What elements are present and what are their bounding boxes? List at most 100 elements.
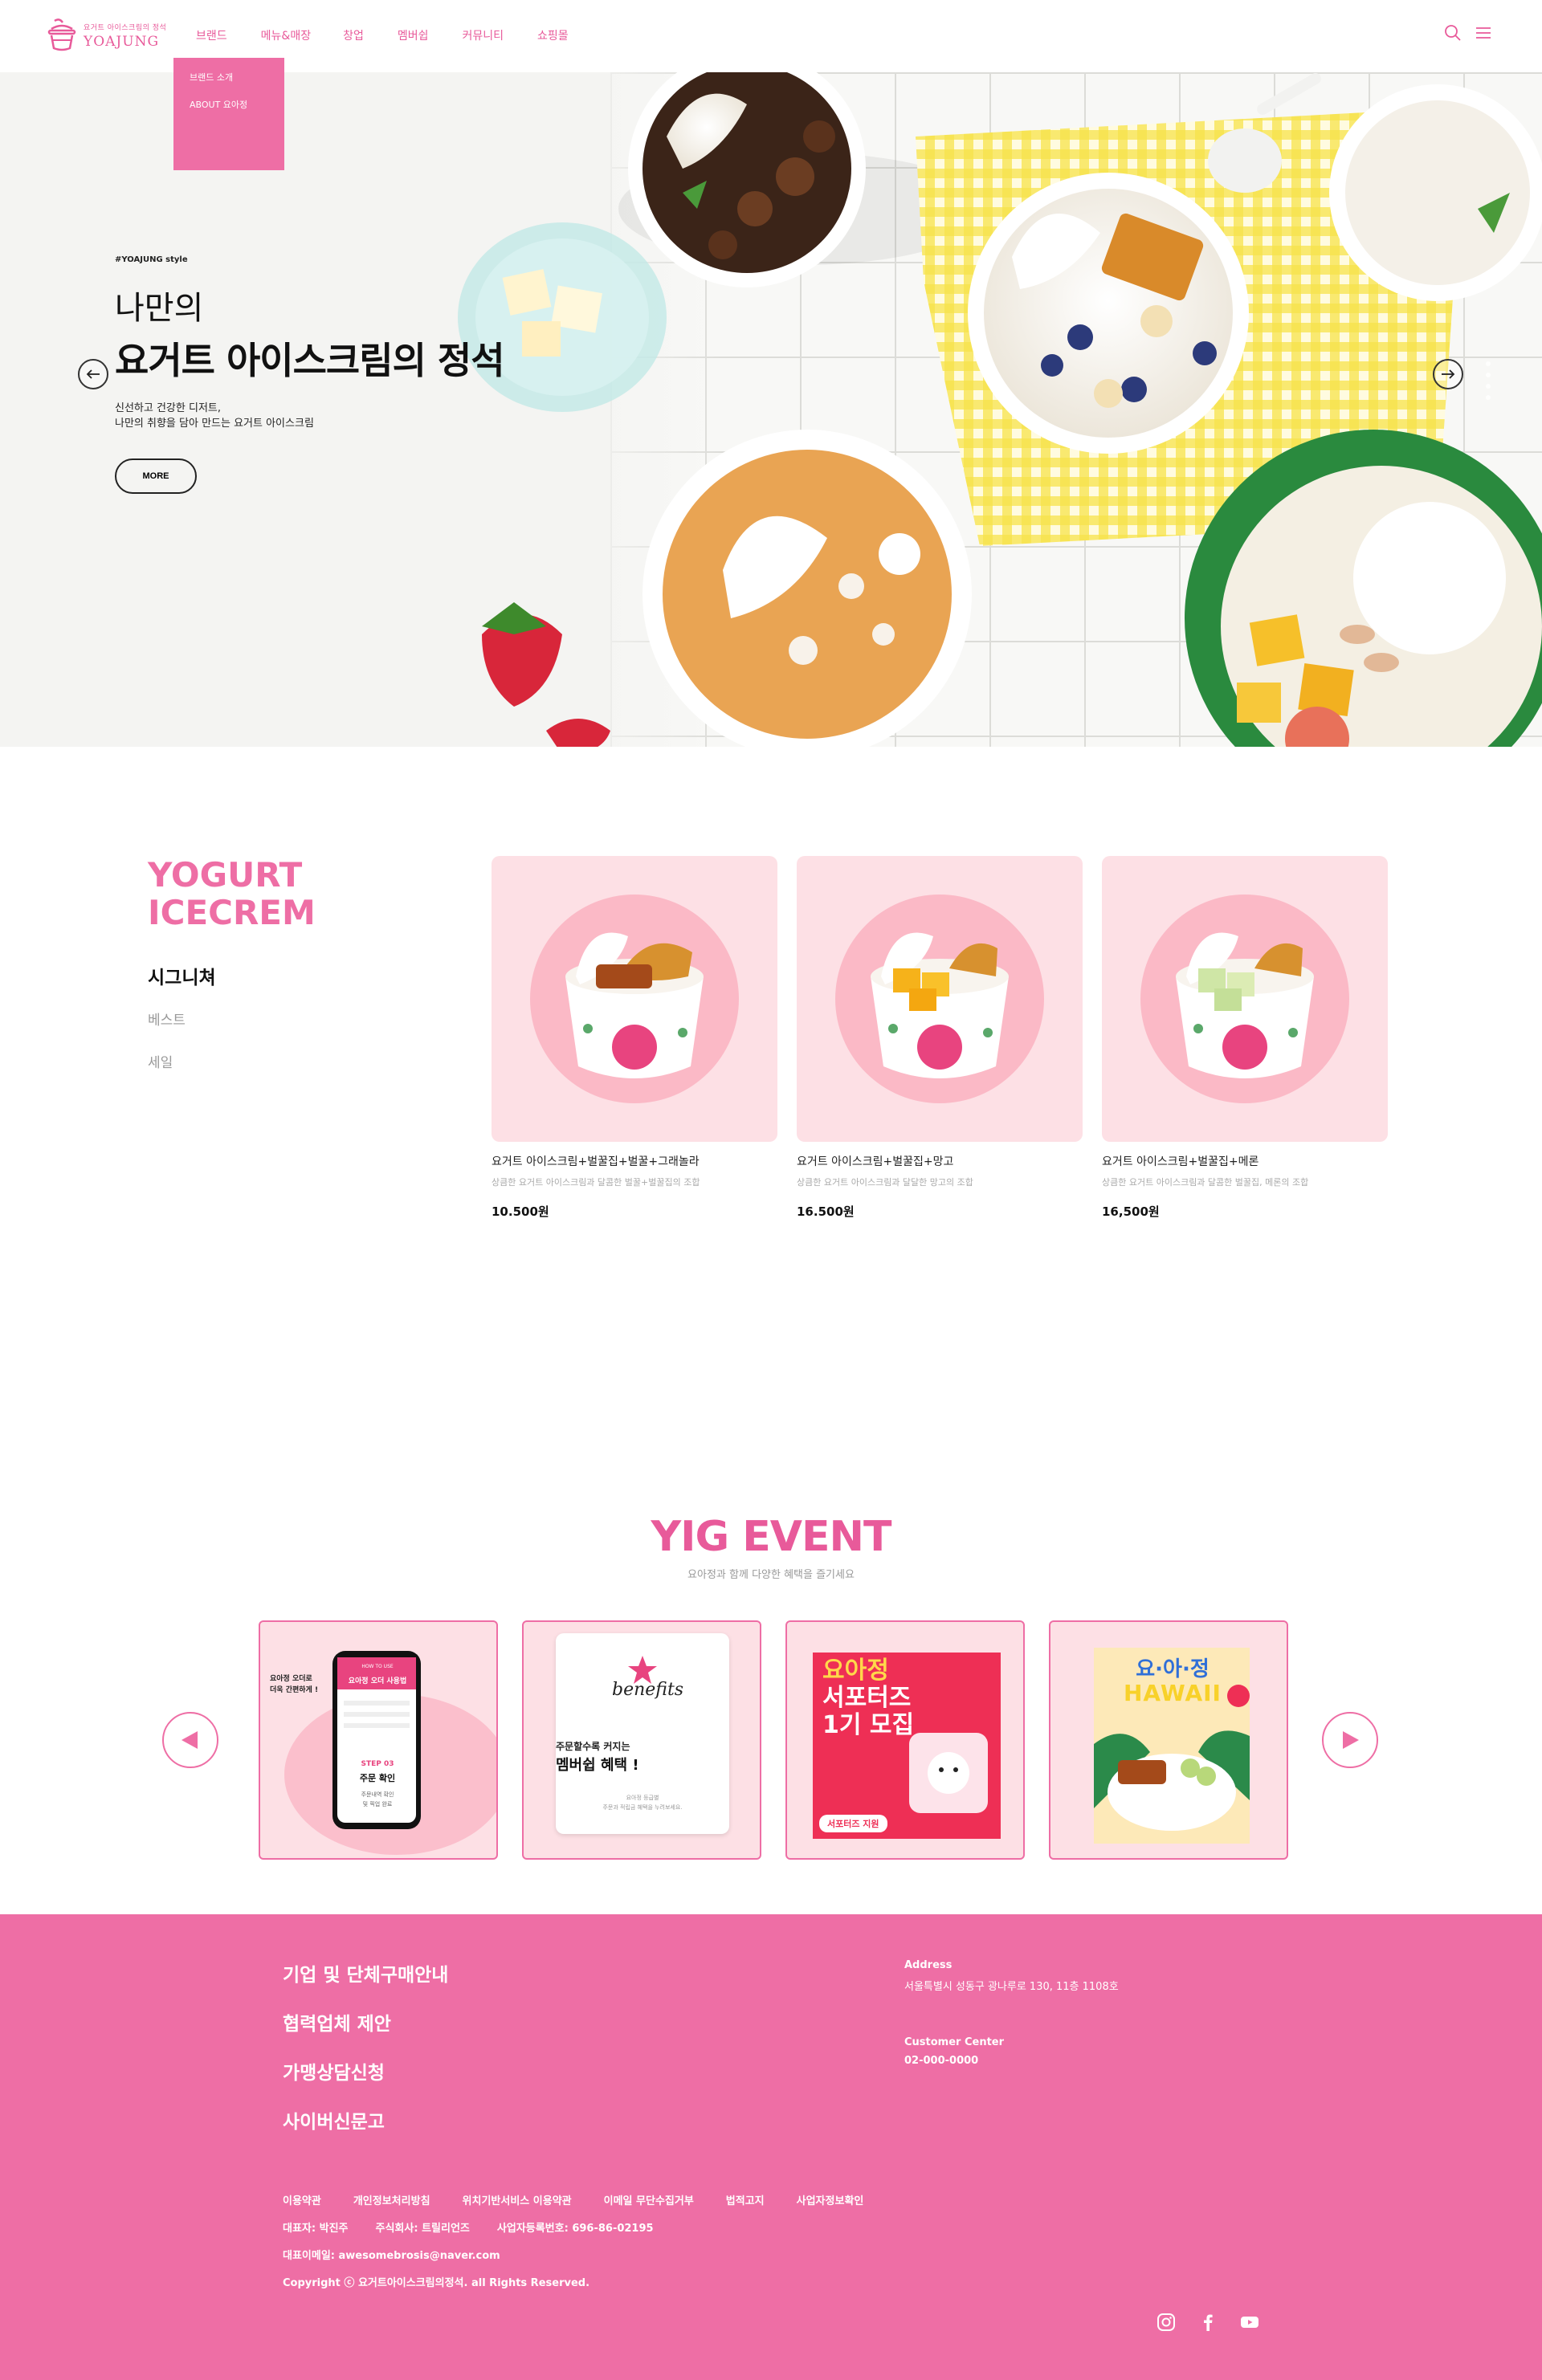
address-value: 서울특별시 성동구 광나루로 130, 11층 1108호 bbox=[904, 1981, 1119, 1993]
hero-dot[interactable] bbox=[1486, 361, 1491, 366]
facebook-icon[interactable] bbox=[1198, 2313, 1218, 2332]
footer-company: 주식회사: 트릴리언즈 bbox=[375, 2223, 470, 2235]
footer-email: 대표이메일: awesomebrosis@naver.com bbox=[283, 2250, 500, 2262]
event-card-supporters[interactable]: 요아정 서포터즈 1기 모집 서포터즈 지원 bbox=[785, 1620, 1025, 1860]
product-image bbox=[1102, 856, 1388, 1142]
product-card[interactable]: 요거트 아이스크림+벌꿀집+망고 상큼한 요거트 아이스크림과 달달한 망고의 … bbox=[797, 856, 1083, 1220]
product-desc: 상큼한 요거트 아이스크림과 달콤한 벌꿀집, 메론의 조합 bbox=[1102, 1177, 1309, 1188]
footer-link-report[interactable]: 사이버신문고 bbox=[283, 2106, 448, 2133]
yogurt-section-title: YOGURT ICECREM bbox=[148, 855, 316, 932]
phone-step-desc: 주문내역 확인 bbox=[361, 1791, 394, 1798]
policy-business[interactable]: 사업자정보확인 bbox=[797, 2192, 864, 2207]
nav-item-membership[interactable]: 멤버쉽 bbox=[398, 27, 429, 43]
footer-social bbox=[1156, 2313, 1259, 2332]
address-label: Address bbox=[904, 1959, 953, 1971]
hero-dot[interactable] bbox=[1486, 395, 1491, 400]
product-card[interactable]: 요거트 아이스크림+벌꿀집+벌꿀+그래놀라 상큼한 요거트 아이스크림과 달콤한… bbox=[492, 856, 777, 1220]
membership-line1: 주문할수록 커지는 bbox=[556, 1741, 630, 1752]
event-card-membership[interactable]: benefits 주문할수록 커지는 멤버쉽 혜택 ! 요아정 등급별 주문과 … bbox=[522, 1620, 761, 1860]
footer-link-corporate[interactable]: 기업 및 단체구매안내 bbox=[283, 1959, 448, 1987]
nav-item-menu[interactable]: 메뉴&매장 bbox=[261, 27, 311, 43]
footer-biz-no: 사업자등록번호: 696-86-02195 bbox=[496, 2223, 654, 2235]
logo[interactable]: 요거트 아이스크림의 정석 YOAJUNG bbox=[47, 18, 166, 53]
event-card-order[interactable]: HOW TO USE 요아정 오더 사용법 STEP 03 주문 확인 주문내역… bbox=[259, 1620, 498, 1860]
hero-desc-line1: 신선하고 건강한 디저트, bbox=[115, 402, 221, 414]
hero-title-line2: 요거트 아이스크림의 정석 bbox=[115, 339, 505, 382]
product-name: 요거트 아이스크림+벌꿀집+망고 bbox=[797, 1155, 954, 1168]
product-image bbox=[797, 856, 1083, 1142]
membership-line2: 멤버쉽 혜택 ! bbox=[556, 1757, 639, 1774]
footer-company-info: 대표자: 박진주 주식회사: 트릴리언즈 사업자등록번호: 696-86-021… bbox=[283, 2219, 654, 2235]
cup-logo-icon bbox=[47, 18, 76, 51]
search-icon[interactable] bbox=[1444, 24, 1462, 42]
membership-small: 요아정 등급별 bbox=[626, 1795, 659, 1801]
hero-more-button[interactable]: MORE bbox=[115, 458, 197, 494]
footer-copyright: Copyright ⓒ 요거트아이스크림의정석. all Rights Rese… bbox=[283, 2277, 590, 2289]
product-price: 16.500원 bbox=[797, 1204, 855, 1219]
hawaii-subtitle: HAWAII bbox=[1124, 1680, 1222, 1706]
phone-step-desc: 및 픽업 완료 bbox=[362, 1801, 393, 1807]
supporters-badge: 서포터즈 지원 bbox=[819, 1815, 887, 1832]
hero-next-button[interactable] bbox=[1433, 359, 1463, 389]
dropdown-item-brand-intro[interactable]: 브랜드 소개 bbox=[190, 71, 284, 84]
youtube-icon[interactable] bbox=[1240, 2313, 1259, 2332]
nav-item-brand[interactable]: 브랜드 bbox=[196, 27, 227, 43]
footer-info: Address 서울특별시 성동구 광나루로 130, 11층 1108호 Cu… bbox=[904, 1959, 1119, 2067]
product-card[interactable]: 요거트 아이스크림+벌꿀집+메론 상큼한 요거트 아이스크림과 달콤한 벌꿀집,… bbox=[1102, 856, 1388, 1220]
nav-item-shop[interactable]: 쇼핑몰 bbox=[537, 27, 569, 43]
hero-desc-line2: 나만의 취향을 담아 만드는 요거트 아이스크림 bbox=[115, 418, 314, 430]
phone-step-title: 주문 확인 bbox=[359, 1773, 396, 1783]
instagram-icon[interactable] bbox=[1156, 2313, 1176, 2332]
logo-name: YOAJUNG bbox=[84, 33, 160, 50]
policy-location[interactable]: 위치기반서비스 이용약관 bbox=[463, 2192, 572, 2207]
menu-icon[interactable] bbox=[1475, 24, 1492, 42]
hero-dot[interactable] bbox=[1486, 373, 1491, 377]
hero-dot[interactable] bbox=[1486, 384, 1491, 389]
policy-legal[interactable]: 법적고지 bbox=[726, 2192, 765, 2207]
event-prev-button[interactable] bbox=[162, 1712, 218, 1768]
product-desc: 상큼한 요거트 아이스크림과 달달한 망고의 조합 bbox=[797, 1177, 973, 1188]
footer-links: 기업 및 단체구매안내 협력업체 제안 가맹상담신청 사이버신문고 bbox=[283, 1959, 448, 2155]
arrow-left-icon bbox=[86, 369, 100, 379]
nav-item-franchise[interactable]: 창업 bbox=[343, 27, 364, 43]
policy-email[interactable]: 이메일 무단수집거부 bbox=[604, 2192, 694, 2207]
event-subtitle: 요아정과 함께 다양한 혜택을 즐기세요 bbox=[687, 1569, 855, 1581]
product-image bbox=[492, 856, 777, 1142]
footer-link-franchise[interactable]: 가맹상담신청 bbox=[283, 2057, 448, 2085]
event-title: YIG EVENT bbox=[651, 1513, 891, 1561]
policy-privacy[interactable]: 개인정보처리방침 bbox=[353, 2192, 430, 2207]
membership-small: 주문과 적립금 혜택을 누려보세요. bbox=[602, 1804, 683, 1811]
product-name: 요거트 아이스크림+벌꿀집+벌꿀+그래놀라 bbox=[492, 1155, 700, 1168]
policy-terms[interactable]: 이용약관 bbox=[283, 2192, 321, 2207]
brand-dropdown-menu: 브랜드 소개 ABOUT 요아정 bbox=[173, 58, 284, 170]
tab-signature[interactable]: 시그니쳐 bbox=[148, 962, 216, 989]
footer-link-partner[interactable]: 협력업체 제안 bbox=[283, 2008, 448, 2036]
event-list: HOW TO USE 요아정 오더 사용법 STEP 03 주문 확인 주문내역… bbox=[259, 1620, 1288, 1860]
product-price: 16,500원 bbox=[1102, 1204, 1160, 1219]
tab-best[interactable]: 베스트 bbox=[148, 1009, 216, 1029]
triangle-right-icon bbox=[1343, 1731, 1359, 1749]
product-desc: 상큼한 요거트 아이스크림과 달콤한 벌꿀+벌꿀집의 조합 bbox=[492, 1177, 700, 1188]
product-price: 10.500원 bbox=[492, 1204, 549, 1219]
site-footer: 기업 및 단체구매안내 협력업체 제안 가맹상담신청 사이버신문고 Addres… bbox=[0, 1914, 1542, 2380]
hero-banner: #YOAJUNG style 나만의 요거트 아이스크림의 정석 신선하고 건강… bbox=[0, 72, 1542, 747]
event-next-button[interactable] bbox=[1322, 1712, 1378, 1768]
arrow-right-icon bbox=[1442, 369, 1455, 379]
dropdown-item-about[interactable]: ABOUT 요아정 bbox=[190, 98, 284, 111]
event-card-hawaii[interactable]: 요·아·정 HAWAII bbox=[1049, 1620, 1288, 1860]
benefits-script: benefits bbox=[612, 1680, 684, 1700]
product-name: 요거트 아이스크림+벌꿀집+메론 bbox=[1102, 1155, 1259, 1168]
main-nav: 브랜드 메뉴&매장 창업 멤버쉽 커뮤니티 쇼핑몰 bbox=[196, 27, 602, 43]
cs-label: Customer Center bbox=[904, 2036, 1005, 2048]
hero-copy: #YOAJUNG style 나만의 요거트 아이스크림의 정석 신선하고 건강… bbox=[115, 255, 505, 494]
yogurt-tabs: 시그니쳐 베스트 세일 bbox=[148, 962, 216, 1094]
nav-item-community[interactable]: 커뮤니티 bbox=[462, 27, 504, 43]
hero-tag: #YOAJUNG style bbox=[115, 255, 188, 264]
hero-pagination bbox=[1486, 361, 1491, 400]
tab-sale[interactable]: 세일 bbox=[148, 1051, 216, 1071]
mascot-illustration bbox=[909, 1733, 988, 1813]
hero-prev-button[interactable] bbox=[78, 359, 108, 389]
phone-step: STEP 03 bbox=[361, 1760, 394, 1768]
hero-title-line1: 나만의 bbox=[115, 290, 204, 327]
triangle-left-icon bbox=[182, 1731, 198, 1749]
